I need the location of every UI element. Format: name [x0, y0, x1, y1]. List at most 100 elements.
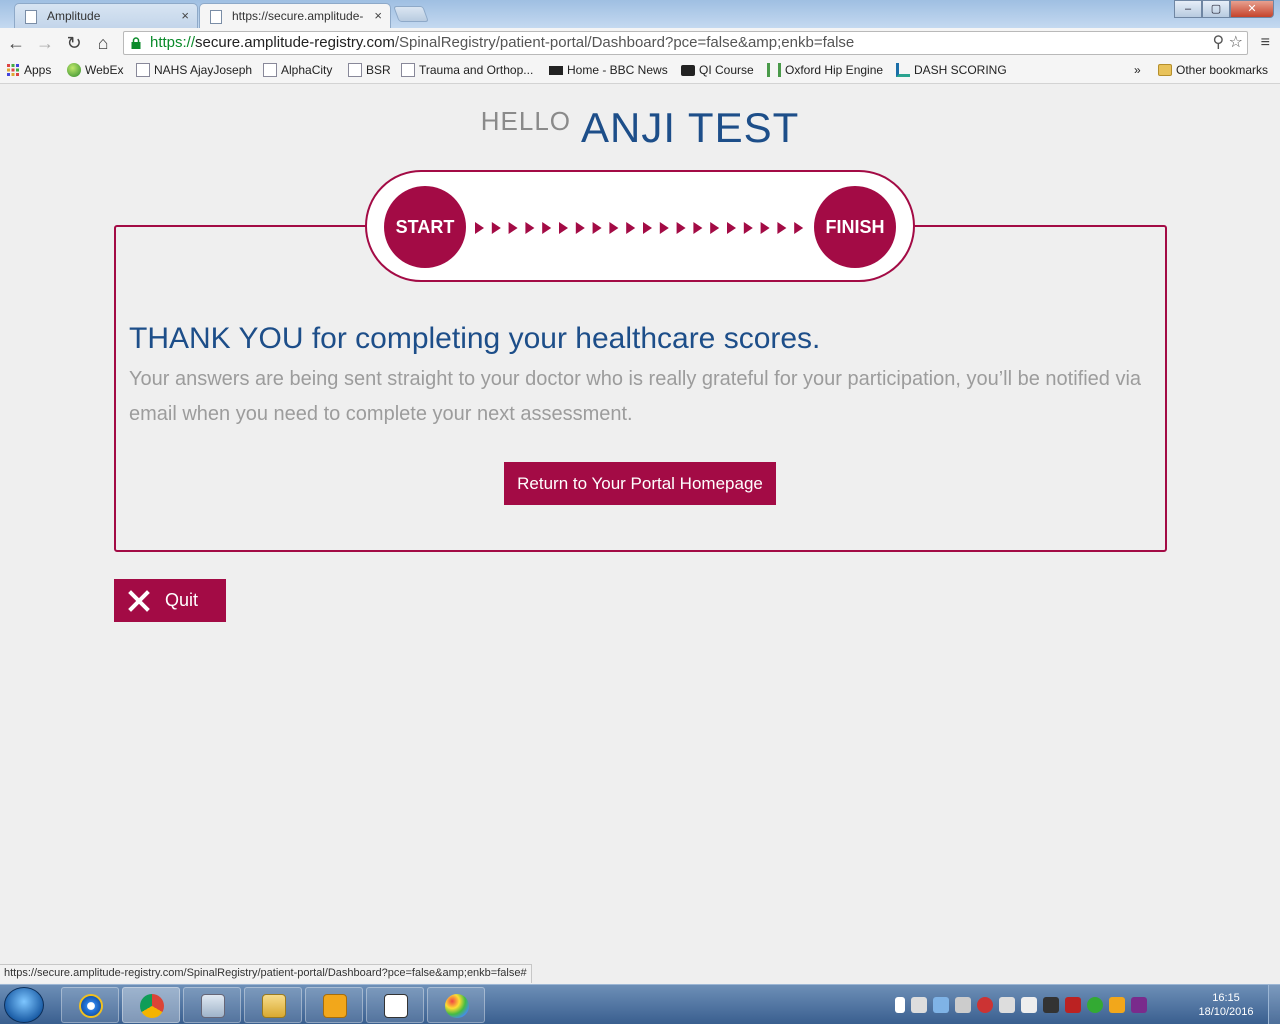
progress-arrow — [525, 222, 535, 234]
onenote-icon[interactable] — [1131, 997, 1147, 1013]
bookmark-bsr[interactable]: BSR — [348, 63, 391, 77]
progress-arrow — [777, 222, 787, 234]
progress-arrow — [475, 222, 484, 234]
hip-engine-icon — [767, 63, 781, 77]
quit-button[interactable]: Quit — [114, 579, 226, 622]
clock-date: 18/10/2016 — [1198, 1006, 1254, 1018]
maximize-button[interactable]: ▢ — [1202, 0, 1230, 18]
page-icon — [348, 63, 362, 77]
progress-tracker: START FINISH — [365, 170, 915, 282]
tab-secure-amplitude[interactable]: https://secure.amplitude- × — [199, 3, 391, 28]
progress-arrow — [676, 222, 686, 234]
bookmarks-bar: Apps WebEx NAHS AjayJoseph AlphaCity BSR… — [0, 58, 1280, 84]
bookmark-other[interactable]: Other bookmarks — [1158, 63, 1268, 77]
new-tab-button[interactable] — [393, 6, 429, 22]
progress-arrow — [609, 222, 619, 234]
close-icon[interactable]: × — [181, 8, 189, 23]
taskbar-paint[interactable] — [427, 987, 485, 1023]
url-path: /SpinalRegistry/patient-portal/Dashboard… — [394, 34, 855, 51]
progress-arrow — [626, 222, 636, 234]
plug-icon[interactable] — [1043, 997, 1059, 1013]
bookmark-label: AlphaCity — [281, 63, 333, 77]
taskbar-calculator[interactable] — [183, 987, 241, 1023]
progress-arrow — [592, 222, 602, 234]
window-close-button[interactable]: ✕ — [1230, 0, 1274, 18]
reload-icon[interactable]: ↻ — [62, 31, 86, 55]
bookmark-alphacity[interactable]: AlphaCity — [263, 63, 332, 77]
bookmark-nahs[interactable]: NAHS AjayJoseph — [136, 63, 252, 77]
bookmark-oxford-hip[interactable]: Oxford Hip Engine — [767, 63, 883, 77]
bookmark-label: BSR — [366, 63, 391, 77]
progress-arrow — [559, 222, 568, 234]
return-to-portal-button[interactable]: Return to Your Portal Homepage — [504, 462, 776, 505]
folder-icon — [1158, 64, 1172, 76]
menu-icon[interactable]: ≡ — [1261, 34, 1270, 52]
internet-explorer-icon — [79, 994, 103, 1018]
sirs-icon — [384, 994, 408, 1018]
apps-grid-icon — [7, 64, 19, 76]
bluetooth-icon[interactable] — [911, 997, 927, 1013]
back-icon[interactable]: ← — [4, 31, 28, 55]
browser-toolbar: ← → ↻ ⌂ https://secure.amplitude-registr… — [0, 28, 1280, 58]
bookmarks-overflow-button[interactable]: » — [1134, 63, 1141, 77]
bookmark-label: QI Course — [699, 63, 754, 77]
taskbar-sirs[interactable] — [366, 987, 424, 1023]
page-icon — [136, 63, 150, 77]
check-icon[interactable] — [1087, 997, 1103, 1013]
bookmark-trauma[interactable]: Trauma and Orthop... — [401, 63, 533, 77]
lock-icon — [131, 37, 141, 49]
bookmark-label: NAHS AjayJoseph — [154, 63, 253, 77]
security-icon[interactable] — [1021, 997, 1037, 1013]
outlook-tray-icon[interactable] — [1109, 997, 1125, 1013]
network-icon[interactable] — [933, 997, 949, 1013]
progress-arrow — [743, 222, 753, 234]
bookmark-dash[interactable]: DASH SCORING — [896, 63, 1007, 77]
taskbar-internet-explorer[interactable] — [61, 987, 119, 1023]
progress-arrow — [491, 222, 501, 234]
page-icon — [210, 10, 222, 24]
greeting-label: HELLO — [480, 106, 571, 136]
speaker-icon[interactable] — [999, 997, 1015, 1013]
progress-arrow — [710, 222, 720, 234]
close-icon — [128, 590, 150, 612]
page-icon — [263, 63, 277, 77]
bookmark-webex[interactable]: WebEx — [67, 63, 123, 77]
progress-arrow — [693, 222, 703, 234]
tab-amplitude[interactable]: Amplitude × — [14, 3, 198, 28]
start-button[interactable] — [4, 987, 44, 1023]
progress-arrow — [508, 222, 518, 234]
blackboard-icon — [681, 64, 695, 76]
bookmark-qi-course[interactable]: QI Course — [681, 63, 754, 77]
system-tray — [895, 997, 1147, 1013]
chrome-icon — [140, 994, 164, 1018]
address-bar[interactable]: https://secure.amplitude-registry.com/Sp… — [123, 31, 1248, 55]
bookmark-label: DASH SCORING — [914, 63, 1007, 77]
page-icon — [401, 63, 415, 77]
taskbar-file-explorer[interactable] — [244, 987, 302, 1023]
close-icon[interactable]: × — [374, 8, 382, 23]
flag-icon[interactable] — [895, 997, 905, 1013]
bookmark-bbc[interactable]: Home - BBC News — [549, 63, 668, 77]
clock[interactable]: 16:15 18/10/2016 — [1188, 991, 1264, 1019]
tab-label: Amplitude — [47, 9, 101, 23]
bookmark-apps[interactable]: Apps — [6, 63, 51, 77]
taskbar-chrome[interactable] — [122, 987, 180, 1023]
forward-icon[interactable]: → — [33, 31, 57, 55]
completion-description: Your answers are being sent straight to … — [129, 368, 1142, 425]
omnibox-icons: ⚲ ☆ — [1212, 32, 1243, 54]
search-icon[interactable]: ⚲ — [1212, 34, 1224, 51]
minimize-button[interactable]: – — [1174, 0, 1202, 18]
show-desktop-button[interactable] — [1268, 985, 1280, 1024]
progress-arrow — [659, 222, 669, 234]
progress-arrows — [475, 222, 804, 234]
page-icon — [25, 10, 37, 24]
star-icon[interactable]: ☆ — [1229, 34, 1243, 51]
dash-icon — [896, 63, 910, 77]
taskbar-outlook[interactable] — [305, 987, 363, 1023]
thank-you-heading: THANK YOU for completing your healthcare… — [129, 322, 821, 355]
antivirus-icon[interactable] — [977, 997, 993, 1013]
home-icon[interactable]: ⌂ — [91, 31, 115, 55]
progress-finish: FINISH — [814, 186, 896, 268]
display-icon[interactable] — [955, 997, 971, 1013]
mcafee-icon[interactable] — [1065, 997, 1081, 1013]
